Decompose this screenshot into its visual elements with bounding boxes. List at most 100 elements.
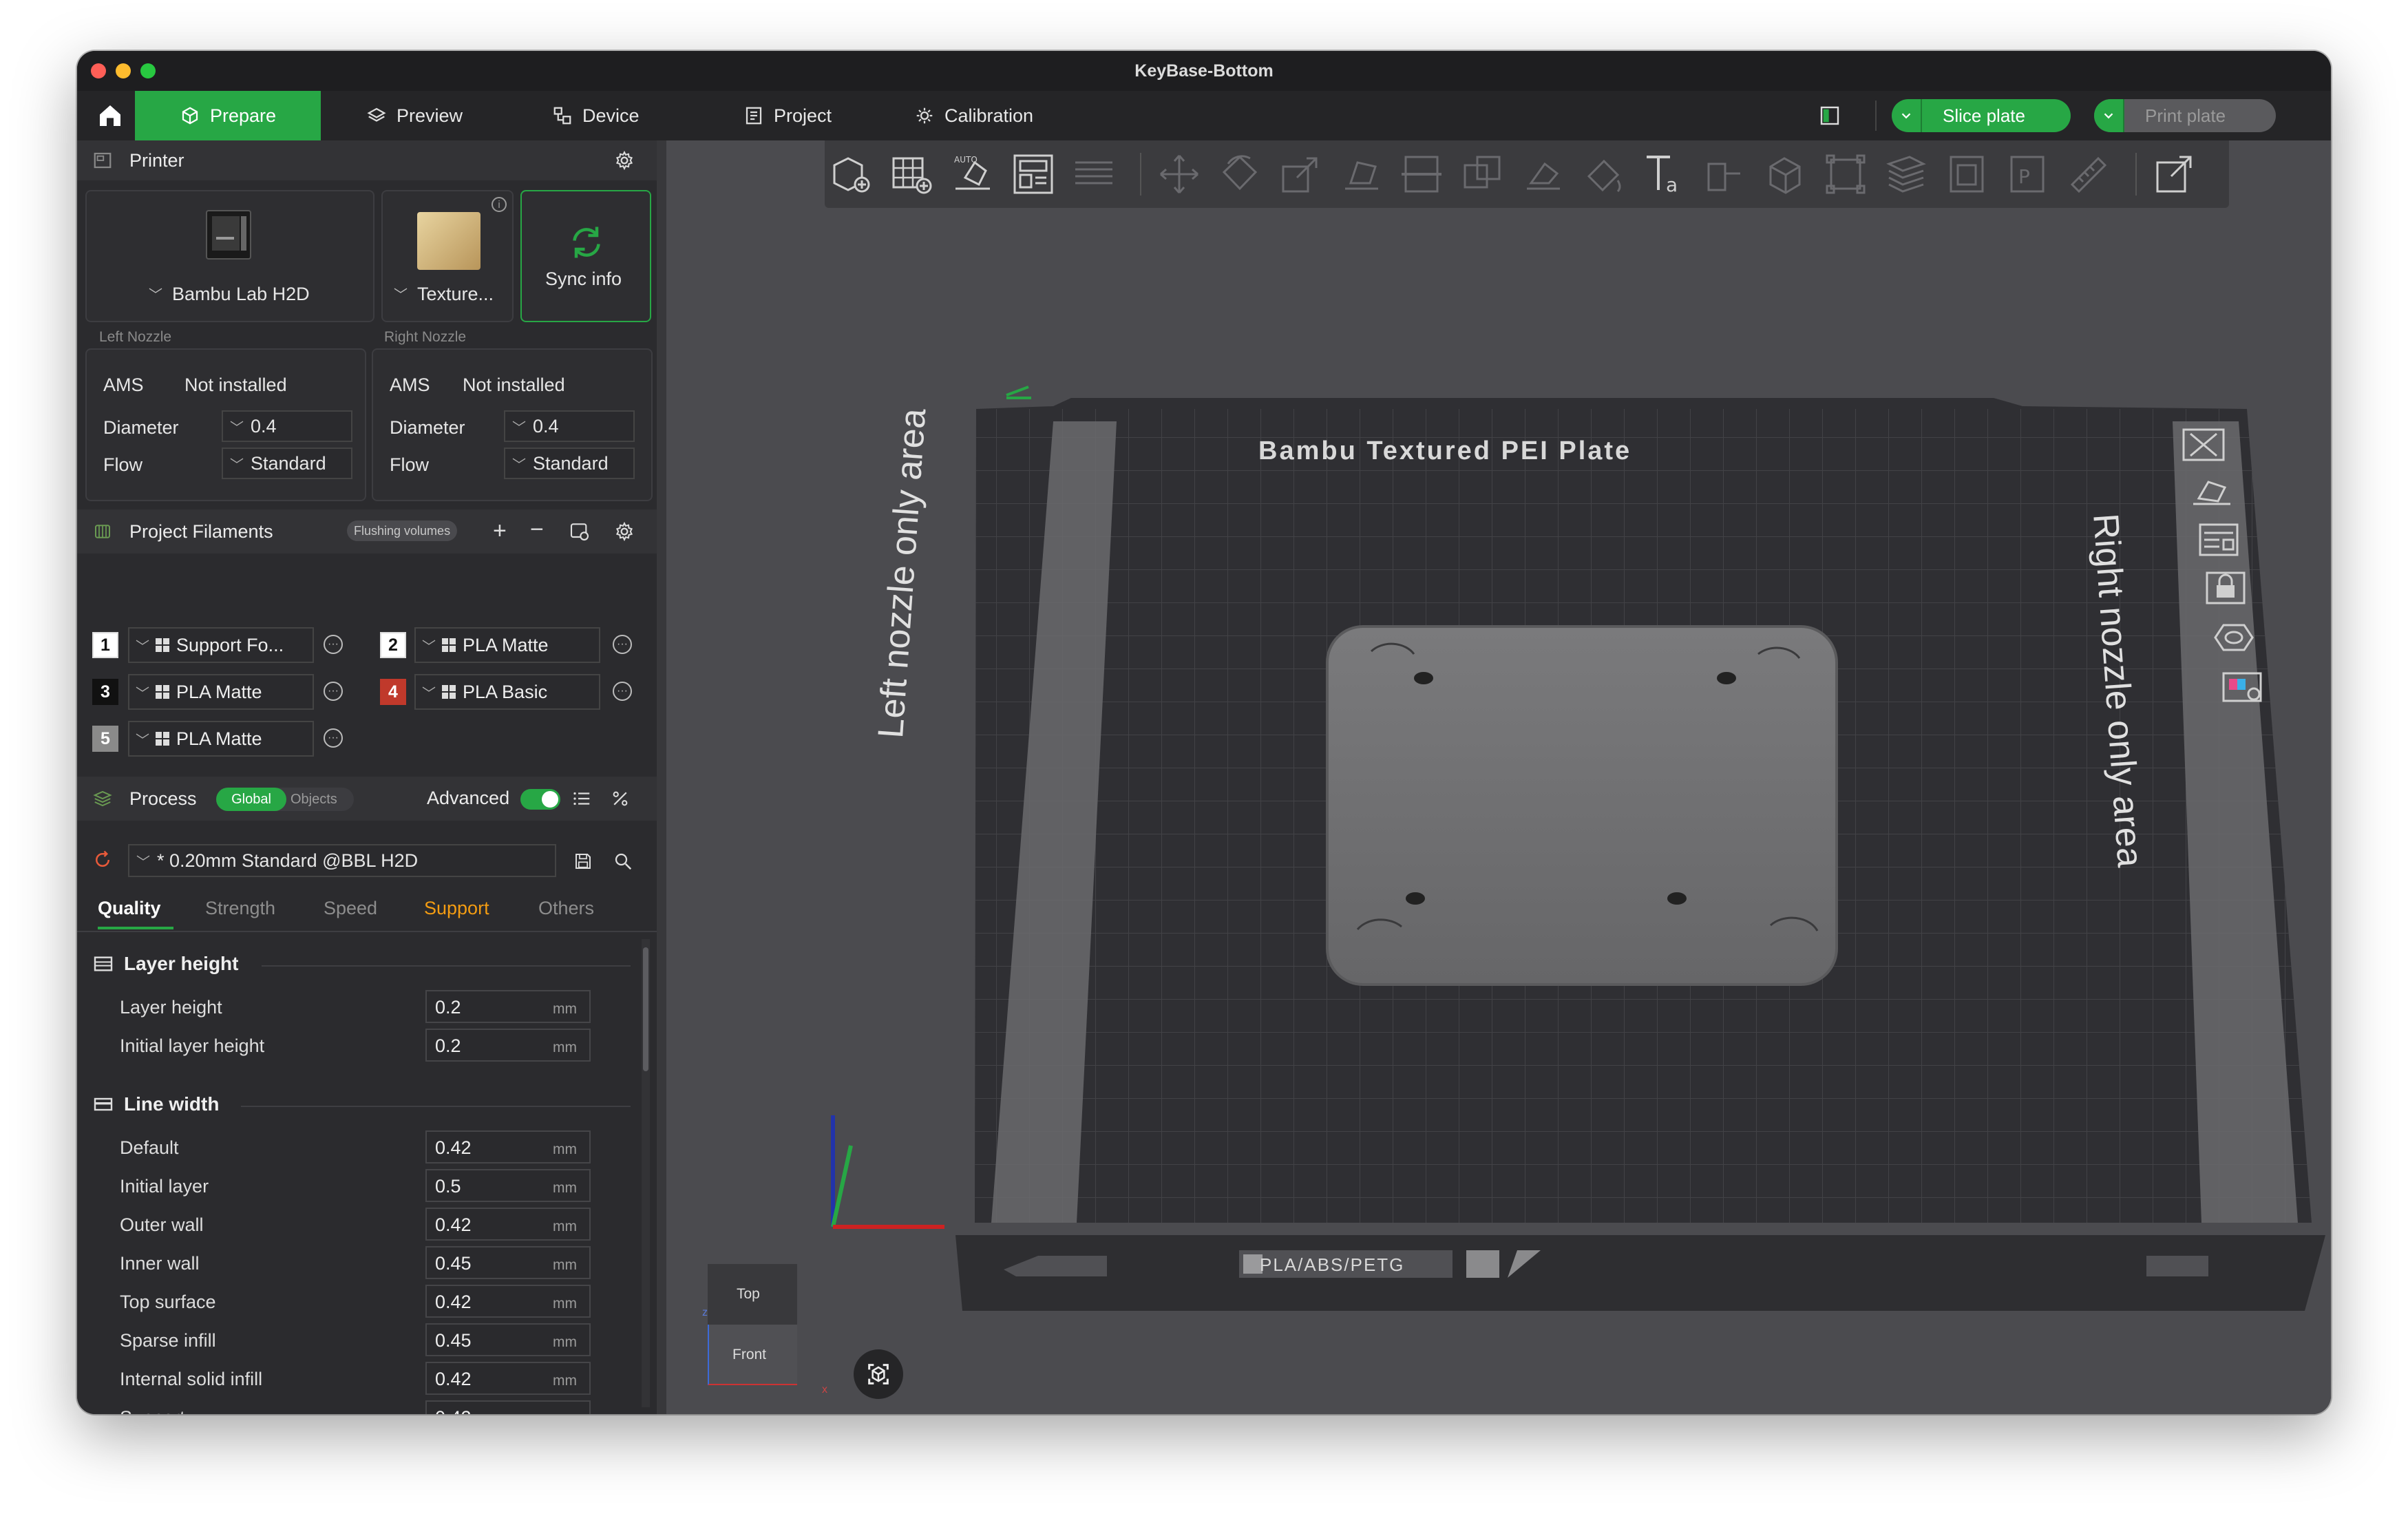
- view-cube[interactable]: Top Front z x: [702, 1264, 827, 1396]
- plate-select-card[interactable]: i ﹀ Texture...: [381, 190, 514, 322]
- filament-dropdown[interactable]: ﹀ PLA Matte: [414, 627, 600, 663]
- 3d-viewport[interactable]: AUTO a P Bambu Textured PEI Plate Left n…: [666, 140, 2331, 1414]
- right-flow-dropdown[interactable]: ﹀ Standard: [504, 448, 635, 479]
- param-input[interactable]: 0.2 mm: [425, 990, 591, 1023]
- left-flow-label: Flow: [103, 454, 143, 475]
- filament-name: PLA Matte: [463, 634, 549, 655]
- right-nozzle-card: AMS Not installed Diameter ﹀ 0.4 Flow ﹀ …: [372, 348, 653, 501]
- gear-icon[interactable]: [614, 150, 635, 171]
- param-input[interactable]: 0.42 mm: [425, 1208, 591, 1241]
- filament-map-icon[interactable]: [2218, 668, 2266, 706]
- sync-info-button[interactable]: Sync info: [520, 190, 651, 322]
- more-options-icon[interactable]: ···: [324, 728, 343, 748]
- param-row: Inner wall 0.45 mm: [120, 1246, 664, 1281]
- global-objects-toggle[interactable]: Global Objects: [216, 788, 354, 811]
- param-input[interactable]: 0.42 mm: [425, 1400, 591, 1414]
- plate-lip-tab: [1466, 1250, 1499, 1278]
- tab-calibration[interactable]: Calibration: [899, 91, 1048, 140]
- filament-dropdown[interactable]: ﹀ PLA Matte: [128, 721, 314, 757]
- filament-dropdown[interactable]: ﹀ Support Fo...: [128, 627, 314, 663]
- orient-plate-icon[interactable]: [2188, 472, 2236, 511]
- chevron-down-icon: ﹀: [149, 288, 162, 303]
- param-input[interactable]: 0.45 mm: [425, 1246, 591, 1279]
- print-plate-label: Print plate: [2145, 105, 2226, 126]
- lock-plate-icon[interactable]: [2201, 569, 2250, 607]
- plate-visibility-icon[interactable]: [2210, 618, 2258, 657]
- home-button[interactable]: [87, 91, 134, 140]
- filament-grid-icon: [156, 732, 169, 746]
- param-label: Default: [120, 1137, 179, 1158]
- add-filament-icon[interactable]: +: [493, 518, 507, 545]
- slice-plate-button[interactable]: Slice plate: [1892, 99, 2071, 132]
- layout-toggle-button[interactable]: [1819, 105, 1841, 127]
- param-input[interactable]: 0.2 mm: [425, 1029, 591, 1062]
- home-icon: [100, 105, 120, 126]
- tab-device[interactable]: Device: [537, 91, 655, 140]
- filaments-section-title: Project Filaments: [129, 520, 273, 542]
- percent-icon[interactable]: [610, 788, 631, 809]
- sidebar-splitter[interactable]: [657, 140, 666, 1414]
- view-cube-top-face[interactable]: Top: [708, 1264, 797, 1325]
- left-flow-dropdown[interactable]: ﹀ Standard: [222, 448, 352, 479]
- chevron-down-icon: [2104, 113, 2113, 119]
- gear-icon[interactable]: [614, 521, 635, 542]
- param-row: Initial layer height 0.2 mm: [120, 1029, 664, 1063]
- remove-filament-icon[interactable]: −: [530, 516, 544, 543]
- tab-quality[interactable]: Quality: [98, 898, 161, 919]
- minimize-window-button[interactable]: [116, 63, 131, 78]
- view-cube-x-label: x: [822, 1384, 827, 1396]
- right-diameter-dropdown[interactable]: ﹀ 0.4: [504, 410, 635, 442]
- tab-project[interactable]: Project: [728, 91, 847, 140]
- delete-plate-icon[interactable]: [2179, 425, 2228, 464]
- filament-dropdown[interactable]: ﹀ PLA Matte: [128, 674, 314, 710]
- print-dropdown-button[interactable]: [2094, 99, 2124, 132]
- view-cube-front-face[interactable]: Front: [708, 1325, 797, 1385]
- param-input[interactable]: 0.45 mm: [425, 1323, 591, 1356]
- more-options-icon[interactable]: ···: [613, 635, 632, 654]
- arrange-plate-icon[interactable]: [2195, 520, 2243, 559]
- list-icon[interactable]: [571, 788, 592, 809]
- more-options-icon[interactable]: ···: [613, 682, 632, 701]
- reset-view-button[interactable]: [854, 1349, 903, 1399]
- process-profile-dropdown[interactable]: ﹀ * 0.20mm Standard @BBL H2D: [128, 844, 556, 877]
- param-row: Outer wall 0.42 mm: [120, 1208, 664, 1242]
- tab-strength[interactable]: Strength: [205, 898, 275, 919]
- tab-others[interactable]: Others: [538, 898, 594, 919]
- tab-preview[interactable]: Preview: [351, 91, 478, 140]
- save-icon[interactable]: [573, 851, 593, 872]
- tab-speed[interactable]: Speed: [324, 898, 377, 919]
- advanced-toggle[interactable]: [520, 789, 560, 810]
- filament-grid-icon: [442, 638, 456, 652]
- filament-grid-icon: [156, 685, 169, 699]
- print-plate-button[interactable]: Print plate: [2094, 99, 2276, 132]
- more-options-icon[interactable]: ···: [324, 635, 343, 654]
- param-input[interactable]: 0.42 mm: [425, 1285, 591, 1318]
- search-icon[interactable]: [613, 851, 633, 872]
- printer-section-header: Printer: [77, 140, 657, 180]
- reset-icon[interactable]: [92, 850, 113, 870]
- global-segment[interactable]: Global: [216, 788, 286, 811]
- info-icon[interactable]: i: [492, 197, 507, 212]
- close-window-button[interactable]: [91, 63, 106, 78]
- slice-dropdown-button[interactable]: [1892, 99, 1922, 132]
- filament-name: PLA Basic: [463, 681, 548, 702]
- tab-prepare[interactable]: Prepare: [135, 91, 321, 140]
- more-options-icon[interactable]: ···: [324, 682, 343, 701]
- model-part[interactable]: [1326, 625, 1838, 986]
- chevron-down-icon: ﹀: [422, 639, 436, 655]
- objects-segment[interactable]: Objects: [291, 788, 337, 811]
- filament-dropdown[interactable]: ﹀ PLA Basic: [414, 674, 600, 710]
- param-input[interactable]: 0.42 mm: [425, 1130, 591, 1164]
- left-diameter-dropdown[interactable]: ﹀ 0.4: [222, 410, 352, 442]
- filament-sync-icon[interactable]: [569, 520, 591, 543]
- tab-support[interactable]: Support: [424, 898, 489, 919]
- param-row: Support 0.42 mm: [120, 1400, 664, 1414]
- build-plate-scene[interactable]: [666, 140, 2331, 1414]
- param-input[interactable]: 0.42 mm: [425, 1362, 591, 1395]
- maximize-window-button[interactable]: [140, 63, 156, 78]
- param-input[interactable]: 0.5 mm: [425, 1169, 591, 1202]
- printer-select-card[interactable]: ﹀ Bambu Lab H2D: [85, 190, 374, 322]
- flushing-volumes-button[interactable]: Flushing volumes: [347, 520, 458, 541]
- cube-icon: [182, 107, 198, 125]
- line-width-icon: [94, 1097, 113, 1111]
